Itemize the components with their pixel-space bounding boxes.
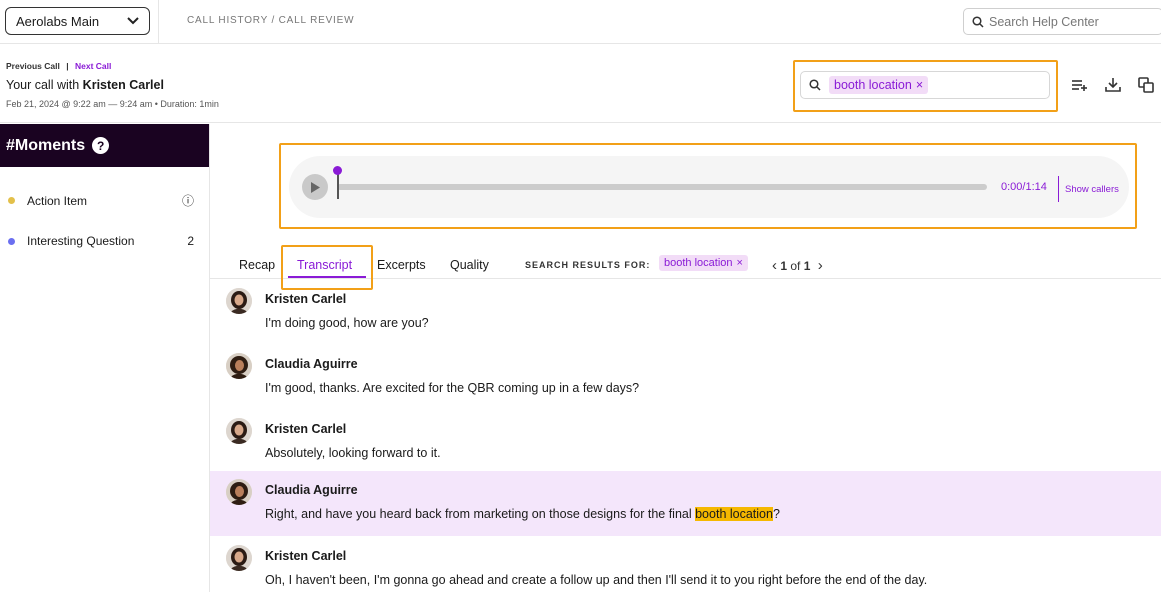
- avatar: [226, 418, 252, 444]
- tab-bar: Recap Transcript Excerpts Quality SEARCH…: [210, 245, 1161, 290]
- info-icon[interactable]: ⓘ: [182, 192, 194, 209]
- previous-call-link[interactable]: Previous Call: [6, 61, 60, 71]
- search-results-chip[interactable]: booth location ×: [659, 255, 748, 271]
- speaker-name: Kristen Carlel: [265, 422, 347, 436]
- moment-dot: [8, 237, 15, 245]
- utterance-text: I'm good, thanks. Are excited for the QB…: [265, 381, 640, 395]
- transcript-search-input[interactable]: booth location ×: [800, 71, 1050, 99]
- chevron-right-icon[interactable]: ›: [818, 257, 823, 274]
- call-header: Previous Call | Next Call Your call with…: [0, 45, 1161, 123]
- utterance-text: I'm doing good, how are you?: [265, 316, 429, 330]
- call-title-prefix: Your call with: [6, 78, 80, 92]
- workspace-label: Aerolabs Main: [16, 13, 100, 29]
- moments-title: #Moments: [6, 136, 86, 154]
- tab-excerpts[interactable]: Excerpts: [377, 258, 426, 272]
- speaker-name: Claudia Aguirre: [265, 357, 358, 371]
- call-meta: Feb 21, 2024 @ 9:22 am — 9:24 am • Durat…: [6, 99, 219, 109]
- moments-header: #Moments ?: [0, 124, 209, 167]
- pager-of: of: [790, 259, 801, 273]
- search-results-label: SEARCH RESULTS FOR:: [525, 260, 651, 270]
- add-to-playlist-icon[interactable]: [1069, 75, 1089, 95]
- play-button[interactable]: [302, 174, 328, 200]
- transcript-entry[interactable]: Claudia Aguirre I'm good, thanks. Are ex…: [210, 345, 1161, 410]
- transcript-entry[interactable]: Kristen Carlel Oh, I haven't been, I'm g…: [210, 537, 1161, 592]
- top-bar: Aerolabs Main CALL HISTORY / CALL REVIEW…: [0, 0, 1161, 44]
- utterance-text: Oh, I haven't been, I'm gonna go ahead a…: [265, 573, 928, 587]
- breadcrumb: CALL HISTORY / CALL REVIEW: [187, 15, 355, 26]
- utterance-text: Right, and have you heard back from mark…: [265, 507, 780, 521]
- pager-total: 1: [803, 259, 811, 273]
- chevron-down-icon: [127, 17, 139, 25]
- avatar: [226, 479, 252, 505]
- nav-separator: |: [66, 61, 69, 71]
- tab-recap[interactable]: Recap: [239, 258, 275, 272]
- utterance-text-after: ?: [772, 507, 780, 521]
- transcript-entry[interactable]: Kristen Carlel I'm doing good, how are y…: [210, 280, 1161, 345]
- divider: [158, 0, 159, 44]
- play-icon: [311, 181, 320, 193]
- copy-icon[interactable]: [1136, 75, 1156, 95]
- results-pager: ‹ 1 of 1 ›: [772, 257, 823, 274]
- speaker-name: Kristen Carlel: [265, 292, 347, 306]
- avatar: [226, 353, 252, 379]
- tab-transcript[interactable]: Transcript: [297, 258, 352, 272]
- transcript-entry-highlighted[interactable]: Claudia Aguirre Right, and have you hear…: [210, 471, 1161, 536]
- speaker-name: Kristen Carlel: [265, 549, 347, 563]
- search-icon: [972, 15, 984, 28]
- utterance-text-before: Right, and have you heard back from mark…: [265, 507, 696, 521]
- remove-chip-icon[interactable]: ×: [916, 78, 923, 92]
- help-icon[interactable]: ?: [92, 137, 110, 154]
- moment-item-action-item[interactable]: Action Item ⓘ: [8, 192, 194, 209]
- pager-current: 1: [780, 259, 788, 273]
- show-callers-link[interactable]: Show callers: [1065, 184, 1119, 195]
- audio-player: 0:00/1:14 Show callers: [289, 156, 1129, 218]
- transcript-list: Kristen Carlel I'm doing good, how are y…: [210, 280, 1161, 592]
- search-term-label: booth location: [834, 78, 912, 92]
- tab-quality[interactable]: Quality: [450, 258, 489, 272]
- divider: [1058, 176, 1059, 202]
- playhead-knob[interactable]: [333, 166, 342, 175]
- moments-sidebar: #Moments ? Action Item ⓘ Interesting Que…: [0, 124, 210, 592]
- caller-name: Kristen Carlel: [82, 78, 164, 92]
- workspace-select[interactable]: Aerolabs Main: [5, 7, 150, 35]
- moment-count: 2: [187, 234, 194, 248]
- moment-label: Action Item: [27, 193, 88, 208]
- help-search-input[interactable]: Search Help Center: [963, 8, 1161, 35]
- transcript-entry[interactable]: Kristen Carlel Absolutely, looking forwa…: [210, 410, 1161, 475]
- active-tab-indicator: [288, 276, 366, 278]
- search-term-chip[interactable]: booth location ×: [829, 76, 929, 94]
- download-icon[interactable]: [1103, 75, 1123, 95]
- search-results-term: booth location: [664, 257, 733, 269]
- call-title: Your call with Kristen Carlel: [6, 78, 164, 92]
- search-icon: [809, 79, 821, 91]
- help-search-placeholder: Search Help Center: [989, 14, 1099, 29]
- call-navigation: Previous Call | Next Call: [6, 61, 111, 71]
- moment-item-interesting-question[interactable]: Interesting Question 2: [8, 234, 194, 248]
- avatar: [226, 288, 252, 314]
- playback-time: 0:00/1:14: [1001, 181, 1047, 193]
- avatar: [226, 545, 252, 571]
- next-call-link[interactable]: Next Call: [75, 61, 111, 71]
- playhead-line[interactable]: [337, 173, 339, 199]
- moment-dot: [8, 197, 15, 204]
- search-match-highlight: booth location: [695, 507, 773, 521]
- speaker-name: Claudia Aguirre: [265, 483, 358, 497]
- utterance-text: Absolutely, looking forward to it.: [265, 446, 441, 460]
- chevron-left-icon[interactable]: ‹: [772, 257, 777, 274]
- progress-track[interactable]: [337, 184, 987, 190]
- remove-chip-icon[interactable]: ×: [737, 257, 743, 269]
- moment-label: Interesting Question: [27, 234, 135, 248]
